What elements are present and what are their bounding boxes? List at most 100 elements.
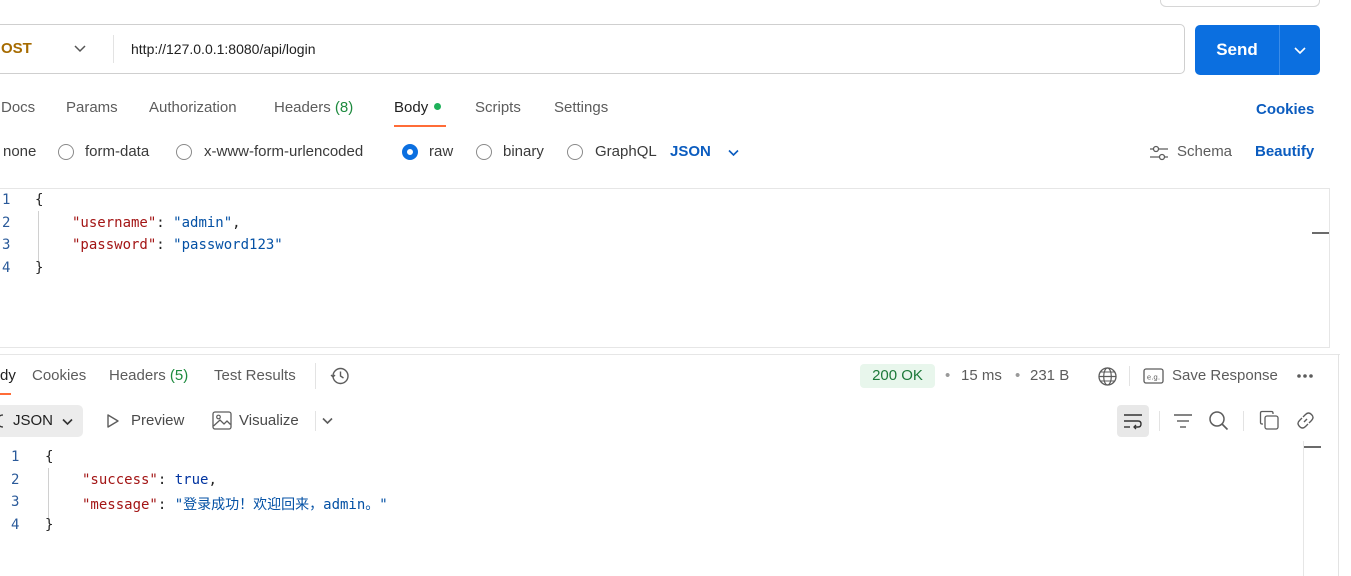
play-icon[interactable] [105,413,121,429]
tab-test-results[interactable]: Test Results [214,367,296,384]
url-bar: OST http://127.0.0.1:8080/api/login [0,24,1185,74]
code-line: } [35,260,44,276]
chevron-down-icon[interactable] [1293,43,1307,57]
url-input[interactable]: http://127.0.0.1:8080/api/login [131,25,315,73]
tab-body-label: Body [394,99,429,116]
send-button[interactable]: Send [1195,25,1320,75]
divider [1159,411,1160,431]
code-line: { [45,449,54,465]
status-badge[interactable]: 200 OK [860,364,935,388]
code-line: "success": true, [82,472,217,488]
radio-raw[interactable] [402,144,418,160]
line-number: 2 [11,472,20,488]
tab-headers[interactable]: Headers (8) [274,99,353,116]
json-value: "admin" [173,215,233,231]
method-selector[interactable]: OST [0,25,32,73]
line-number: 3 [11,494,20,510]
beautify-button[interactable]: Beautify [1255,143,1314,160]
response-editor-border [1303,441,1304,576]
json-value: "登录成功！欢迎回来，admin。" [174,497,388,513]
history-icon[interactable] [330,366,350,386]
tab-docs[interactable]: Docs [1,99,35,116]
radio-urlencoded[interactable] [176,144,192,160]
tab-headers-count: (8) [334,99,354,116]
radio-form-data[interactable] [58,144,74,160]
tab-body-underline [394,125,446,127]
line-number: 4 [11,517,20,533]
svg-text:e.g.: e.g. [1147,374,1160,382]
schema-button[interactable]: Schema [1177,143,1232,160]
tab-scripts[interactable]: Scripts [475,99,521,116]
save-response-button[interactable]: Save Response [1172,367,1278,384]
line-number: 1 [2,192,11,208]
radio-graphql[interactable] [567,144,583,160]
body-type-binary[interactable]: binary [503,143,544,160]
sliders-icon[interactable] [1149,143,1169,163]
json-key: "username" [72,215,157,231]
pane-divider[interactable] [0,354,1340,355]
line-number: 4 [2,260,11,276]
line-number: 1 [11,449,20,465]
line-number: 2 [2,215,11,231]
image-icon[interactable] [212,411,232,430]
code-line: } [45,517,54,533]
response-time[interactable]: 15 ms [961,367,1002,384]
json-value: "password123" [173,237,283,253]
tab-body[interactable]: Body [394,99,442,116]
separator: • [1015,367,1021,384]
json-key: "message" [82,497,158,513]
chevron-down-icon[interactable] [727,146,740,159]
json-value: true [174,472,209,488]
chevron-down-icon[interactable] [321,414,334,427]
tab-response-cookies[interactable]: Cookies [32,367,86,384]
body-type-raw[interactable]: raw [429,143,453,160]
link-icon[interactable] [1295,410,1316,431]
indent-guide [38,211,39,261]
tab-authorization[interactable]: Authorization [149,99,237,116]
tab-response-body[interactable]: dy [0,367,16,384]
top-button-edge [1160,0,1320,7]
tab-params[interactable]: Params [66,99,118,116]
tab-response-headers[interactable]: Headers (5) [109,367,188,384]
tab-response-headers-count: (5) [169,367,189,384]
separator: • [945,367,951,384]
chevron-down-icon[interactable] [73,41,87,55]
panel-edge [1338,354,1339,576]
response-size[interactable]: 231 B [1030,367,1069,384]
copy-icon[interactable] [1259,410,1280,431]
body-type-none[interactable]: none [3,143,36,160]
body-type-graphql[interactable]: GraphQL [595,143,657,160]
modified-dot-icon [434,103,442,110]
code-line: "message": "登录成功！欢迎回来，admin。" [82,497,388,513]
globe-icon[interactable] [1097,366,1118,387]
chevron-down-icon [62,418,73,426]
preview-button[interactable]: Preview [131,412,184,429]
wrap-lines-button[interactable] [1117,405,1149,437]
request-body-editor[interactable] [0,188,1330,348]
radio-binary[interactable] [476,144,492,160]
body-type-form-data[interactable]: form-data [85,143,149,160]
wrap-lines-icon [1124,414,1142,430]
send-divider [1279,25,1280,75]
tab-response-headers-label: Headers [109,367,166,384]
indent-guide [48,468,49,518]
filter-icon[interactable] [1173,412,1193,430]
response-format-label: JSON [13,412,54,429]
body-type-urlencoded[interactable]: x-www-form-urlencoded [204,143,363,160]
scrollbar[interactable] [1304,446,1321,448]
save-response-icon[interactable]: e.g. [1143,367,1164,385]
divider [315,363,316,389]
response-format-selector[interactable]: JSON [0,405,83,437]
json-key: "success" [82,472,158,488]
tab-settings[interactable]: Settings [554,99,608,116]
braces-icon [0,414,4,428]
code-line: "password": "password123" [72,237,283,253]
cookies-link[interactable]: Cookies [1256,101,1314,118]
divider [315,411,316,431]
code-line: "username": "admin", [72,215,241,231]
search-icon[interactable] [1208,410,1229,431]
scrollbar[interactable] [1312,232,1329,234]
format-selector[interactable]: JSON [670,143,711,160]
more-options-icon[interactable] [1296,372,1314,380]
visualize-button[interactable]: Visualize [239,412,299,429]
